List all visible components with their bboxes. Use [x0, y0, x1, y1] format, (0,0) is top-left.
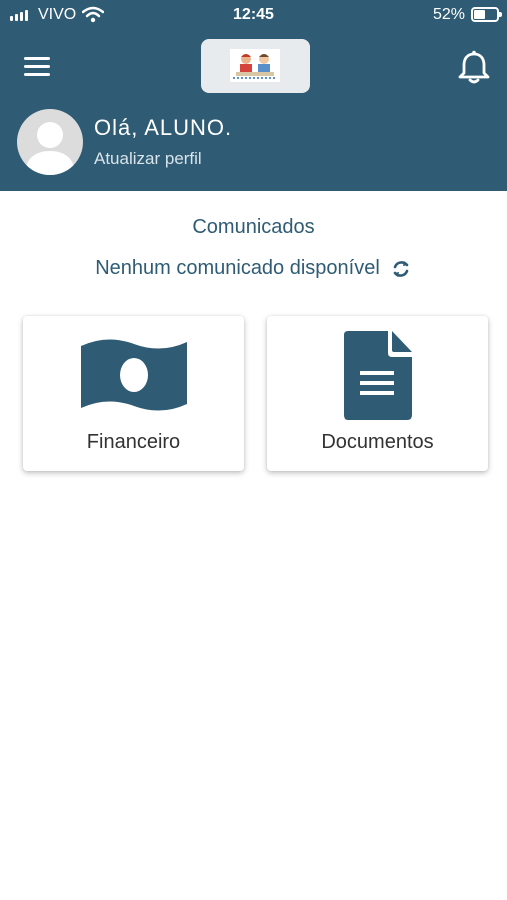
battery-percentage: 52%	[432, 6, 465, 23]
school-logo	[201, 39, 310, 93]
menu-icon[interactable]	[24, 52, 54, 80]
greeting-text: Olá, ALUNO.	[94, 115, 233, 140]
documentos-label: Documentos	[321, 431, 434, 453]
document-icon	[344, 331, 412, 420]
avatar[interactable]	[17, 109, 83, 175]
no-messages-text: Nenhum comunicado disponível	[95, 257, 380, 279]
financeiro-card[interactable]: Financeiro	[23, 316, 244, 471]
avatar-icon	[25, 122, 75, 175]
no-messages-row: Nenhum comunicado disponível	[0, 257, 507, 280]
logo-image	[230, 49, 280, 82]
update-profile-link[interactable]: Atualizar perfil	[94, 149, 202, 169]
status-bar: VIVO 12:45 52%	[0, 0, 507, 30]
refresh-icon[interactable]	[390, 258, 412, 280]
bell-icon[interactable]	[457, 49, 491, 85]
financeiro-label: Financeiro	[86, 431, 181, 453]
battery-level	[474, 10, 486, 19]
money-icon	[81, 339, 187, 411]
documentos-card[interactable]: Documentos	[267, 316, 488, 471]
section-title: Comunicados	[192, 216, 315, 238]
app-header: VIVO 12:45 52% Olá, ALUNO. Atualizar per…	[0, 0, 507, 191]
battery-icon	[471, 7, 502, 22]
clock: 12:45	[233, 6, 274, 23]
